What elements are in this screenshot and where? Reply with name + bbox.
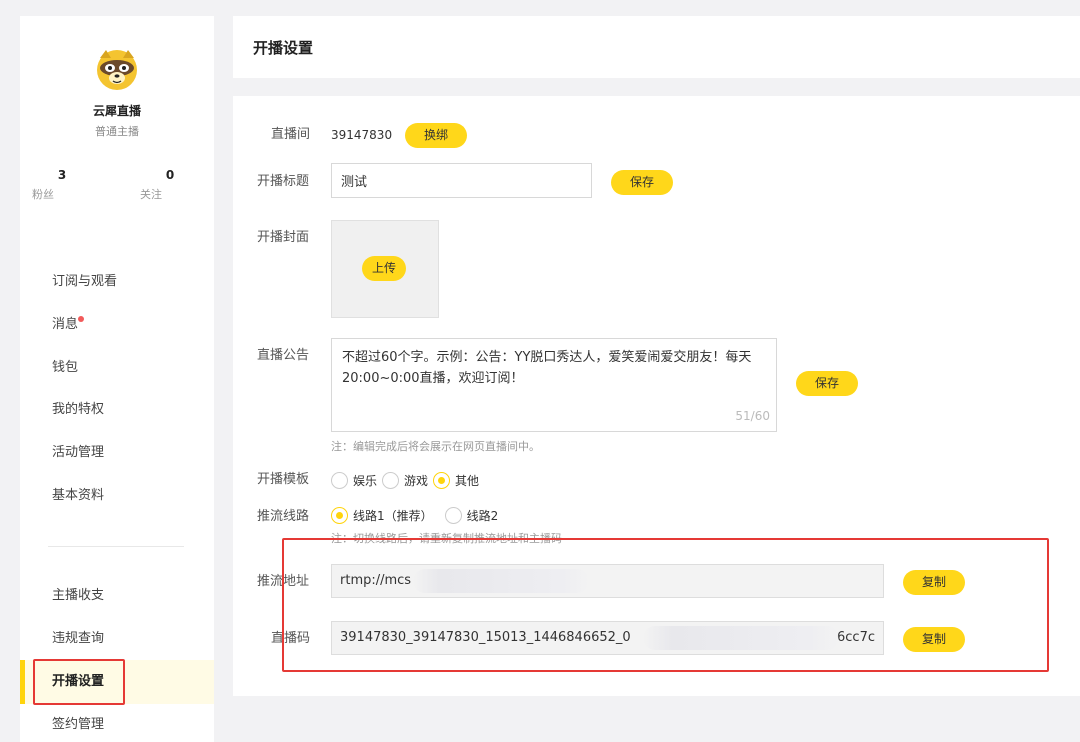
radio-circle-icon (331, 472, 348, 489)
follow-stat[interactable]: 0 关注 (140, 168, 200, 201)
stream-url-value: rtmp://mcs (340, 573, 412, 588)
follow-label: 关注 (140, 188, 162, 201)
menu-privileges[interactable]: 我的特权 (52, 400, 104, 420)
username: 云犀直播 (92, 104, 141, 118)
template-option-game[interactable]: 游戏 (382, 472, 428, 489)
avatar-raccoon-icon (97, 50, 137, 90)
route-label: 推流线路 (257, 509, 310, 524)
template-radio-group: 娱乐 游戏 其他 (331, 472, 484, 489)
menu-divider (48, 546, 184, 547)
unread-dot (78, 316, 85, 322)
save-title-button[interactable]: 保存 (611, 170, 673, 195)
notice-text: 不超过60个字。示例：公告：YY脱口秀达人，爱笑爱闹爱交朋友！每天20:00~0… (342, 350, 752, 386)
route-option-2[interactable]: 线路2 (444, 507, 499, 524)
menu-activity[interactable]: 活动管理 (52, 443, 104, 463)
menu-contracts[interactable]: 签约管理 (52, 715, 104, 735)
menu-wallet[interactable]: 钱包 (52, 358, 78, 378)
room-label: 直播间 (271, 127, 311, 142)
menu-messages-label: 消息 (52, 317, 79, 332)
menu-income[interactable]: 主播收支 (52, 586, 104, 606)
page-title: 开播设置 (253, 39, 314, 57)
rebind-button[interactable]: 换绑 (405, 123, 467, 148)
notice-char-counter: 51/60 (735, 409, 770, 423)
title-input[interactable] (331, 163, 592, 198)
notice-note: 注：编辑完成后将会展示在网页直播间中。 (331, 440, 540, 453)
template-option-label: 游戏 (404, 474, 429, 488)
cover-label: 开播封面 (257, 230, 310, 245)
redaction-blur (413, 569, 589, 593)
route-radio-group: 线路1（推荐） 线路2 (331, 507, 503, 524)
template-option-other[interactable]: 其他 (433, 472, 479, 489)
stream-key-value: 39147830_39147830_15013_1446846652_0 (340, 630, 631, 645)
menu-violations[interactable]: 违规查询 (52, 629, 104, 649)
save-notice-button[interactable]: 保存 (796, 371, 858, 396)
menu-messages[interactable]: 消息 (52, 315, 85, 335)
notice-textarea[interactable]: 不超过60个字。示例：公告：YY脱口秀达人，爱笑爱闹爱交朋友！每天20:00~0… (331, 338, 777, 432)
upload-cover-button[interactable]: 上传 (362, 256, 406, 281)
redaction-blur (643, 626, 839, 650)
active-menu-background (20, 660, 214, 704)
radio-circle-icon (382, 472, 400, 489)
fans-label: 粉丝 (32, 188, 54, 201)
route-option-1[interactable]: 线路1（推荐） (331, 507, 433, 524)
user-role: 普通主播 (95, 125, 139, 138)
active-menu-indicator (20, 660, 25, 704)
stream-url-label: 推流地址 (257, 574, 310, 589)
follow-count: 0 (165, 168, 175, 182)
radio-selected-icon (331, 507, 348, 524)
template-label: 开播模板 (257, 472, 310, 487)
sidebar: 云犀直播 普通主播 3 粉丝 0 关注 订阅与观看 消息 钱包 我的特权 活动管… (20, 16, 214, 742)
page-header: 开播设置 (233, 16, 1080, 78)
stream-key-label: 直播码 (271, 631, 311, 646)
route-option-label: 线路1（推荐） (353, 509, 433, 523)
radio-circle-icon (444, 507, 462, 524)
copy-stream-key-button[interactable]: 复制 (903, 627, 965, 652)
copy-stream-url-button[interactable]: 复制 (903, 570, 965, 595)
route-option-label: 线路2 (466, 509, 499, 523)
template-option-entertainment[interactable]: 娱乐 (331, 472, 377, 489)
template-option-label: 娱乐 (353, 474, 378, 488)
menu-stream-settings[interactable]: 开播设置 (52, 672, 104, 692)
room-number: 39147830 (331, 128, 393, 142)
title-label: 开播标题 (257, 174, 310, 189)
menu-subscriptions[interactable]: 订阅与观看 (52, 272, 117, 292)
radio-selected-icon (433, 472, 451, 489)
template-option-label: 其他 (455, 474, 480, 488)
fans-stat[interactable]: 3 粉丝 (32, 168, 92, 201)
stream-key-tail: 6cc7c (837, 630, 875, 645)
notice-label: 直播公告 (257, 348, 310, 363)
fans-count: 3 (57, 168, 67, 182)
menu-profile[interactable]: 基本资料 (52, 486, 104, 506)
settings-panel: 直播间 39147830 换绑 开播标题 保存 开播封面 上传 直播公告 不超过… (233, 96, 1080, 696)
route-note: 注：切换线路后，请重新复制推流地址和主播码 (331, 532, 562, 545)
